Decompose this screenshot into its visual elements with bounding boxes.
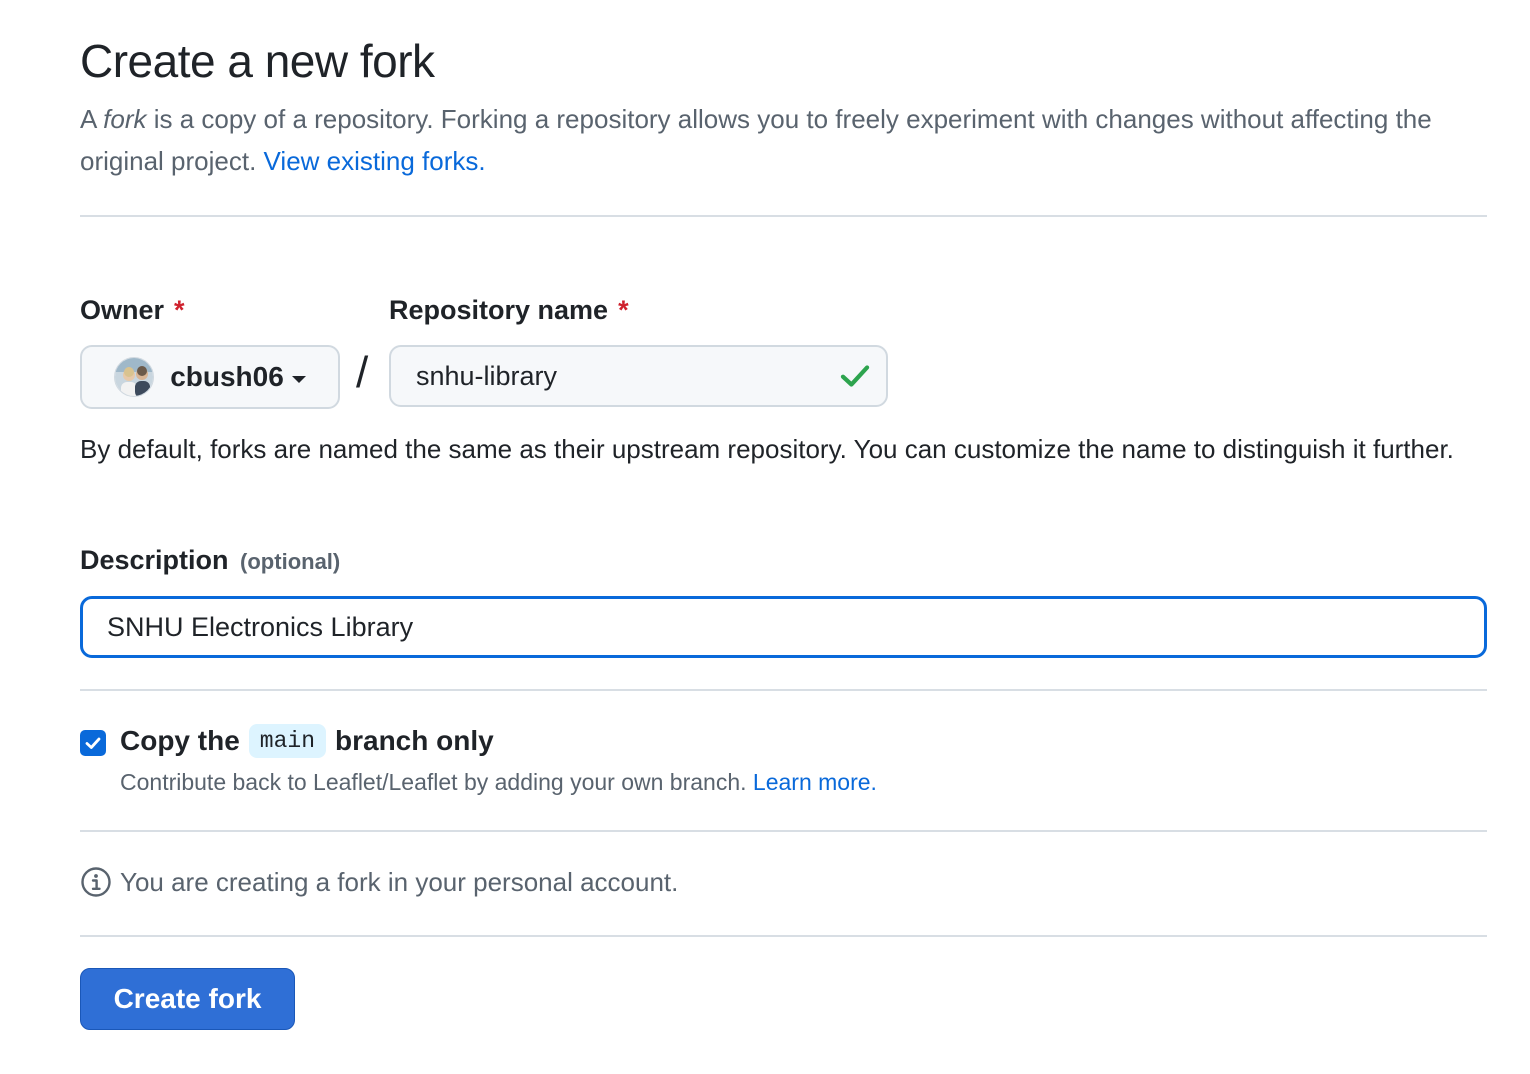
user-avatar	[114, 357, 155, 397]
branch-name-code: main	[248, 724, 326, 758]
optional-label: (optional)	[240, 549, 341, 574]
create-fork-button[interactable]: Create fork	[80, 968, 295, 1030]
repo-name-label-text: Repository name	[389, 295, 609, 325]
section-divider	[80, 689, 1487, 691]
repo-name-required-mark: *	[618, 295, 629, 325]
notice-text: You are creating a fork in your personal…	[120, 866, 679, 897]
description-label: Description (optional)	[80, 545, 340, 576]
check-icon	[840, 365, 870, 387]
copy-branch-label[interactable]: Copy the main branch only	[120, 724, 494, 758]
repo-name-label: Repository name *	[389, 295, 629, 326]
copy-branch-suffix: branch only	[335, 725, 494, 756]
section-divider	[80, 935, 1487, 937]
owner-label: Owner *	[80, 295, 185, 326]
owner-repo-separator: /	[356, 348, 369, 397]
description-label-text: Description	[80, 545, 229, 575]
personal-account-notice: You are creating a fork in your personal…	[80, 866, 678, 898]
checkmark-icon	[85, 737, 101, 749]
triangle-down-icon	[291, 375, 306, 383]
info-icon	[81, 867, 111, 897]
intro-fork-word: fork	[103, 104, 147, 134]
intro-text: A fork is a copy of a repository. Forkin…	[80, 98, 1480, 182]
owner-required-mark: *	[174, 295, 185, 325]
view-existing-forks-link[interactable]: View existing forks.	[264, 146, 486, 176]
copy-branch-checkbox[interactable]	[80, 730, 106, 756]
owner-select-button[interactable]: cbush06	[80, 345, 340, 409]
description-field[interactable]	[80, 596, 1487, 658]
description-input[interactable]	[107, 611, 1460, 643]
repo-name-field[interactable]	[389, 345, 888, 407]
page-title: Create a new fork	[80, 35, 435, 87]
owner-name: cbush06	[170, 361, 284, 392]
copy-branch-help: Contribute back to Leaflet/Leaflet by ad…	[120, 766, 877, 798]
learn-more-link[interactable]: Learn more.	[753, 769, 877, 795]
copy-branch-prefix: Copy the	[120, 725, 240, 756]
intro-prefix: A	[80, 104, 104, 134]
header-divider	[80, 215, 1487, 217]
repo-name-input[interactable]	[416, 360, 838, 392]
copy-branch-help-text: Contribute back to Leaflet/Leaflet by ad…	[120, 769, 753, 795]
repo-name-help: By default, forks are named the same as …	[80, 434, 1454, 464]
section-divider	[80, 830, 1487, 832]
owner-label-text: Owner	[80, 295, 165, 325]
